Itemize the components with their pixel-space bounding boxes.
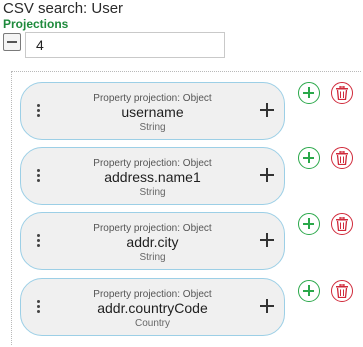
projection-name: addr.countryCode (97, 300, 208, 316)
expand-plus-icon[interactable] (260, 168, 274, 182)
projection-type: String (139, 122, 166, 133)
page-title: CSV search: User (3, 0, 124, 17)
delete-projection-button[interactable] (331, 213, 353, 235)
trash-icon (336, 151, 348, 165)
projections-label: Projections (3, 17, 69, 31)
projection-count-input[interactable] (25, 32, 225, 58)
delete-projection-button[interactable] (331, 82, 353, 104)
projection-name: address.name1 (104, 169, 201, 185)
delete-projection-button[interactable] (331, 280, 353, 302)
trash-icon (336, 86, 348, 100)
add-projection-button[interactable] (298, 213, 320, 235)
add-projection-button[interactable] (298, 147, 320, 169)
expand-plus-icon[interactable] (260, 103, 274, 117)
projection-name: username (121, 104, 184, 120)
projection-type: String (139, 187, 166, 198)
trash-icon (336, 284, 348, 298)
collapse-icon[interactable] (3, 33, 21, 51)
projection-name: addr.city (126, 234, 179, 250)
projection-card[interactable]: Property projection: Object addr.city St… (20, 212, 285, 270)
delete-projection-button[interactable] (331, 147, 353, 169)
expand-plus-icon[interactable] (260, 233, 274, 247)
csv-search-panel: CSV search: User Projections Property pr… (0, 0, 363, 347)
add-projection-button[interactable] (298, 280, 320, 302)
projection-card[interactable]: Property projection: Object address.name… (20, 147, 285, 205)
add-projection-button[interactable] (298, 82, 320, 104)
expand-plus-icon[interactable] (260, 299, 274, 313)
trash-icon (336, 217, 348, 231)
projection-card[interactable]: Property projection: Object addr.country… (20, 278, 285, 336)
projection-card[interactable]: Property projection: Object username Str… (20, 82, 285, 140)
projection-type: String (139, 252, 166, 263)
projection-type: Country (134, 318, 170, 329)
